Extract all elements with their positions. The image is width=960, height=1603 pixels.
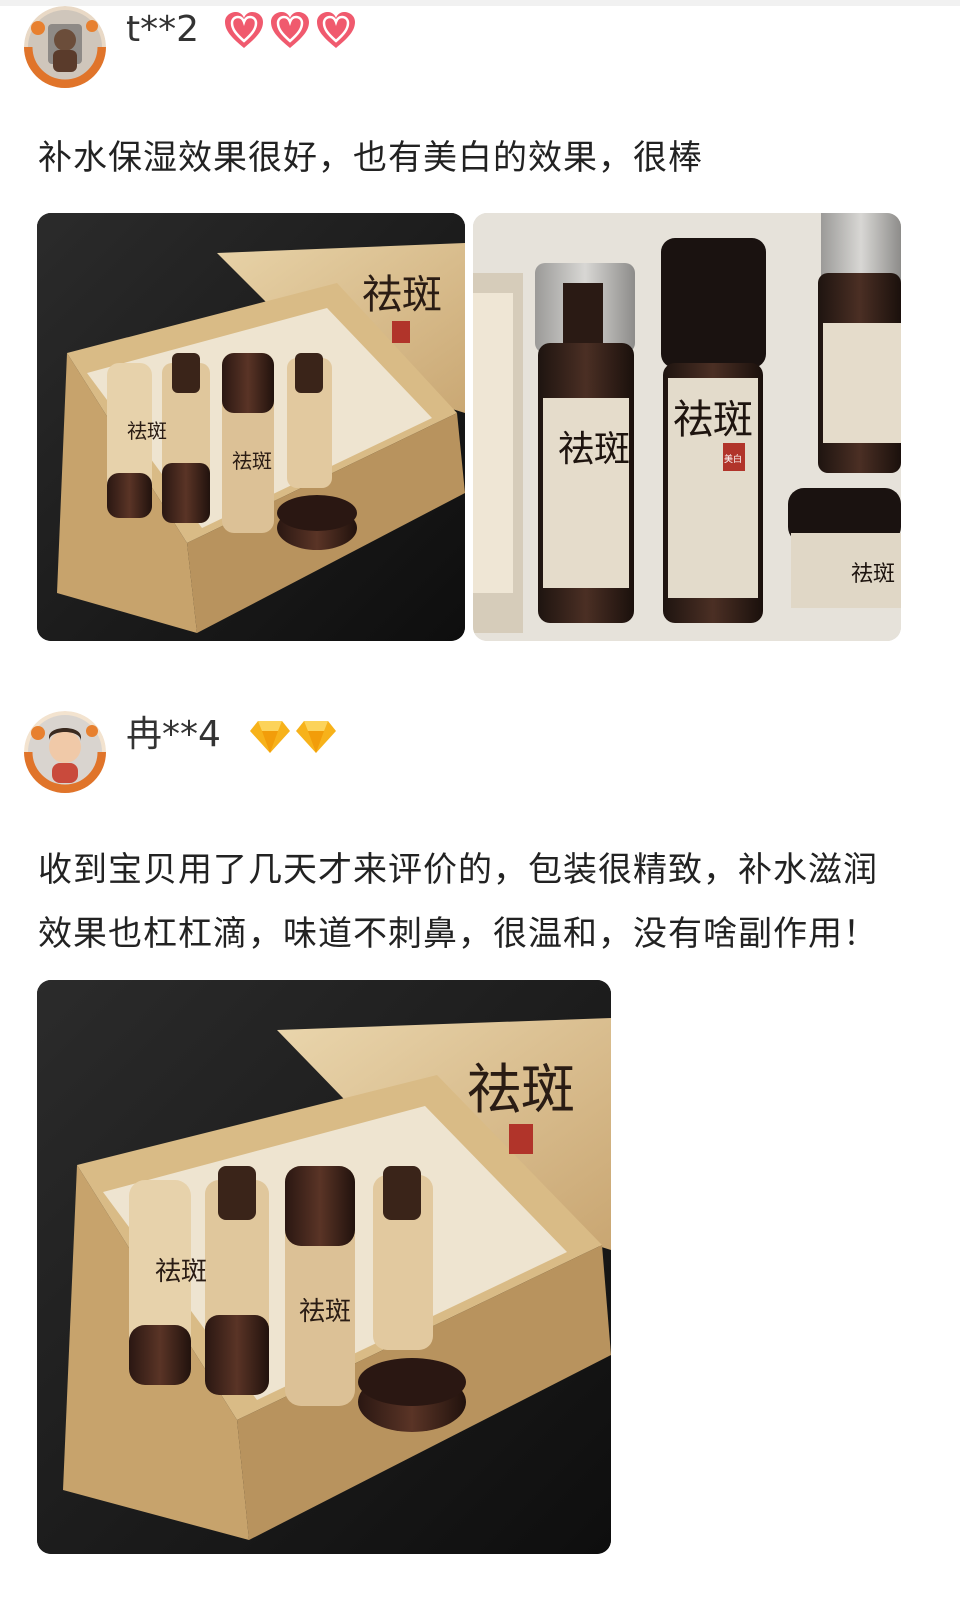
review-text-line: 效果也杠杠滴，味道不刺鼻，很温和，没有啥副作用！: [38, 914, 878, 954]
brand-label: 祛斑: [127, 419, 167, 443]
diamond-icon: [296, 721, 336, 753]
review-text-line: 补水保湿效果很好，也有美白的效果，很棒: [38, 138, 703, 178]
seal-label: 美白: [724, 453, 742, 465]
diamond-icon: [250, 721, 290, 753]
product-bottles-closeup-photo[interactable]: 祛斑 祛斑 美白 祛斑: [473, 213, 901, 641]
brand-label: 祛斑: [558, 429, 630, 470]
review-header: t**2: [18, 0, 938, 100]
brand-label: 祛斑: [299, 1297, 351, 1327]
product-gift-box-photo[interactable]: 祛斑 祛斑 祛斑: [37, 213, 465, 641]
brand-label: 祛斑: [362, 272, 442, 318]
brand-label: 祛斑: [673, 397, 753, 443]
username: 冉**4: [126, 714, 221, 755]
heart-gem-icon: [317, 12, 355, 48]
username: t**2: [126, 9, 200, 50]
brand-label: 祛斑: [467, 1058, 575, 1121]
user-level-badges: [222, 8, 358, 52]
heart-gem-icon: [225, 12, 263, 48]
user-level-badges: [248, 713, 338, 757]
review-text: 收到宝贝用了几天才来评价的，包装很精致，补水滋润 效果也杠杠滴，味道不刺鼻，很温…: [38, 838, 918, 966]
review-text: 补水保湿效果很好，也有美白的效果，很棒: [38, 126, 918, 190]
review-text-line: 收到宝贝用了几天才来评价的，包装很精致，补水滋润: [38, 850, 878, 890]
avatar[interactable]: [24, 711, 106, 793]
product-gift-box-photo[interactable]: 祛斑 祛斑 祛斑: [37, 980, 611, 1554]
review-header: 冉**4: [18, 705, 938, 805]
brand-label: 祛斑: [851, 562, 895, 587]
brand-label: 祛斑: [155, 1257, 207, 1287]
heart-gem-icon: [271, 12, 309, 48]
avatar[interactable]: [24, 6, 106, 88]
brand-label: 祛斑: [232, 449, 272, 473]
